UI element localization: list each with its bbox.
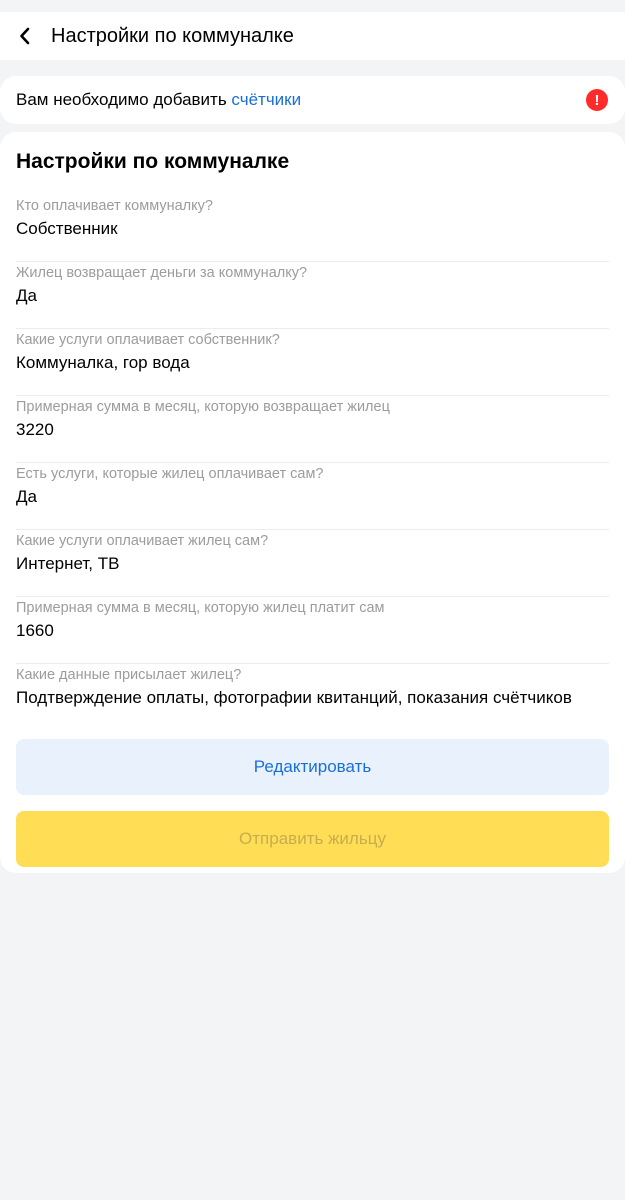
edit-button[interactable]: Редактировать bbox=[16, 739, 609, 795]
field-label: Какие данные присылает жилец? bbox=[16, 667, 242, 683]
alert-message: Вам необходимо добавить счётчики bbox=[16, 90, 586, 110]
field-label: Жилец возвращает деньги за коммуналку? bbox=[16, 265, 308, 281]
send-to-tenant-button[interactable]: Отправить жильцу bbox=[16, 811, 609, 867]
top-bar: Настройки по коммуналке bbox=[0, 12, 625, 60]
field-label: Есть услуги, которые жилец оплачивает са… bbox=[16, 466, 324, 482]
page-title: Настройки по коммуналке bbox=[51, 24, 294, 47]
field-value: Коммуналка, гор вода bbox=[16, 353, 190, 372]
setting-tenant-data: Какие данные присылает жилец? Подтвержде… bbox=[16, 664, 609, 726]
alert-text: Вам необходимо добавить bbox=[16, 90, 232, 109]
setting-tenant-pays-own: Есть услуги, которые жилец оплачивает са… bbox=[16, 463, 609, 530]
field-value: 3220 bbox=[16, 420, 54, 439]
setting-tenant-amount: Примерная сумма в месяц, которую жилец п… bbox=[16, 597, 609, 664]
field-label: Кто оплачивает коммуналку? bbox=[16, 198, 213, 214]
field-label: Какие услуги оплачивает собственник? bbox=[16, 332, 280, 348]
utility-settings-card: Настройки по коммуналке Кто оплачивает к… bbox=[0, 132, 625, 873]
card-title: Настройки по коммуналке bbox=[16, 150, 290, 173]
setting-who-pays: Кто оплачивает коммуналку? Собственник bbox=[16, 195, 609, 262]
add-meters-link[interactable]: счётчики bbox=[231, 90, 301, 109]
field-value: Да bbox=[16, 487, 37, 506]
meters-alert: Вам необходимо добавить счётчики ! bbox=[0, 76, 625, 124]
setting-tenant-services: Какие услуги оплачивает жилец сам? Интер… bbox=[16, 530, 609, 597]
field-label: Примерная сумма в месяц, которую жилец п… bbox=[16, 600, 385, 616]
setting-refund-amount: Примерная сумма в месяц, которую возвращ… bbox=[16, 396, 609, 463]
back-button[interactable] bbox=[0, 12, 50, 60]
settings-list: Кто оплачивает коммуналку? Собственник Ж… bbox=[16, 195, 609, 726]
field-value: Интернет, ТВ bbox=[16, 554, 120, 573]
setting-tenant-refunds: Жилец возвращает деньги за коммуналку? Д… bbox=[16, 262, 609, 329]
field-label: Примерная сумма в месяц, которую возвращ… bbox=[16, 399, 390, 415]
field-value: Да bbox=[16, 286, 37, 305]
exclamation-icon: ! bbox=[586, 89, 608, 111]
field-value: 1660 bbox=[16, 621, 54, 640]
field-label: Какие услуги оплачивает жилец сам? bbox=[16, 533, 269, 549]
setting-owner-services: Какие услуги оплачивает собственник? Ком… bbox=[16, 329, 609, 396]
field-value: Собственник bbox=[16, 219, 118, 238]
chevron-left-icon bbox=[20, 27, 30, 45]
field-value: Подтверждение оплаты, фотографии квитанц… bbox=[16, 688, 572, 707]
